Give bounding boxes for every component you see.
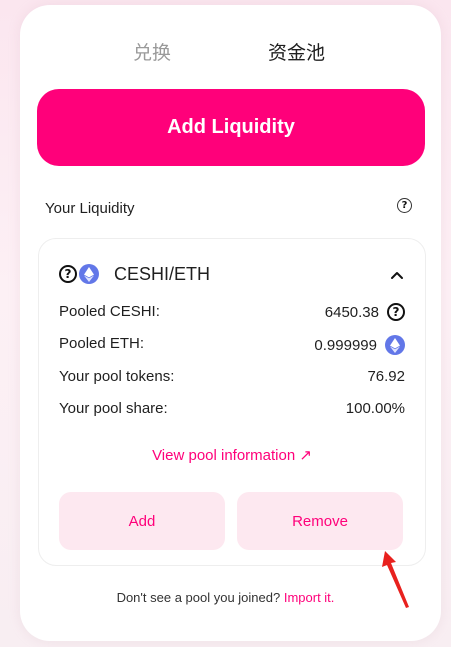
row-label: Your pool tokens:	[59, 368, 175, 385]
tab-pool[interactable]: 资金池	[268, 38, 325, 65]
chevron-up-icon[interactable]	[389, 267, 405, 283]
ceshi-token-icon: ?	[59, 265, 77, 283]
pool-position-card: ? CESHI/ETH Pooled CESHI: 6450.38 ? Pool…	[38, 238, 426, 566]
row-label: Pooled CESHI:	[59, 303, 160, 320]
row-label: Pooled ETH:	[59, 335, 145, 352]
eth-icon	[79, 264, 99, 284]
pool-tokens-row: Your pool tokens: 76.92	[59, 368, 405, 388]
tab-bar: 兑换 资金池	[20, 38, 441, 64]
add-liquidity-button[interactable]: Add Liquidity	[37, 89, 425, 166]
footer-text: Don't see a pool you joined?	[116, 590, 284, 605]
row-label: Your pool share:	[59, 400, 168, 417]
remove-button[interactable]: Remove	[237, 492, 403, 550]
help-icon[interactable]: ?	[397, 198, 412, 213]
red-arrow-annotation	[382, 551, 409, 608]
row-value: 76.92	[367, 368, 405, 385]
row-value: 6450.38	[324, 303, 379, 321]
liquidity-card: 兑换 资金池 Add Liquidity Your Liquidity ? ? …	[20, 5, 441, 641]
add-button[interactable]: Add	[59, 492, 225, 550]
pair-header[interactable]: ? CESHI/ETH	[59, 264, 405, 285]
pool-share-row: Your pool share: 100.00%	[59, 400, 405, 420]
row-value: 0.999999	[314, 336, 377, 354]
view-pool-information-link[interactable]: View pool information ↗	[39, 446, 425, 464]
pooled-ceshi-row: Pooled CESHI: 6450.38 ?	[59, 303, 405, 323]
import-link[interactable]: Import it.	[284, 590, 335, 605]
pair-name: CESHI/ETH	[114, 264, 211, 284]
your-liquidity-heading: Your Liquidity	[45, 200, 135, 217]
pooled-eth-row: Pooled ETH: 0.999999	[59, 335, 405, 355]
row-value: 100.00%	[345, 400, 405, 417]
eth-icon	[385, 335, 405, 355]
tab-swap[interactable]: 兑换	[133, 38, 171, 65]
ceshi-token-icon: ?	[387, 303, 405, 321]
